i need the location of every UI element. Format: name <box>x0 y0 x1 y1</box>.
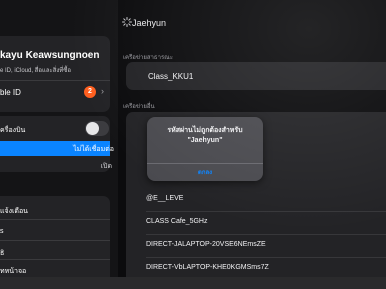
sidebar-item-screen-time[interactable]: ทหน้าจอ <box>0 266 26 277</box>
airplane-mode-label: ครื่องบิน <box>0 127 26 134</box>
toggle-knob <box>86 122 99 135</box>
sounds-divider <box>0 240 110 241</box>
settings-screen: kayu Keawsungnoen e ID, iCloud, สื่อและส… <box>0 0 386 289</box>
wifi-status: ไม่ได้เชื่อมต่อ <box>73 146 114 153</box>
network-row[interactable]: DIRECT-JALAPTOP-20VSE6NEmsZE <box>146 241 266 248</box>
public-networks-label: เครือข่ายสาธารณะ <box>123 55 173 61</box>
incorrect-password-alert: รหัสผ่านไม่ถูกต้องสำหรับ "Jaehyun" ตกลง <box>147 117 263 181</box>
sidebar-item-focus[interactable]: ธิ <box>0 248 4 259</box>
other-networks-label: เครือข่ายอื่น <box>123 104 155 110</box>
notification-badge: 2 <box>84 86 96 98</box>
profile-divider <box>0 80 110 81</box>
device-bezel <box>0 277 386 289</box>
row-divider <box>146 234 386 235</box>
alert-divider <box>147 163 263 164</box>
alert-message-line1: รหัสผ่านไม่ถูกต้องสำหรับ <box>167 127 243 134</box>
network-row[interactable]: @E__LEVE <box>146 195 183 202</box>
row-divider <box>146 211 386 212</box>
network-row[interactable]: CLASS Cafe_5GHz <box>146 218 207 225</box>
airplane-mode-toggle[interactable] <box>85 121 109 136</box>
chevron-right-icon: › <box>101 86 104 96</box>
profile-name: kayu Keawsungnoen <box>0 50 100 61</box>
bluetooth-status[interactable]: เปิด <box>101 161 112 172</box>
sidebar-item-sounds[interactable]: s <box>0 228 4 235</box>
loading-spinner-icon <box>122 17 132 27</box>
joining-network-title: Jaehyun <box>132 18 167 28</box>
network-row-current[interactable]: Class_KKU1 <box>148 72 193 81</box>
alert-message: รหัสผ่านไม่ถูกต้องสำหรับ "Jaehyun" <box>147 126 263 146</box>
notif-divider <box>0 219 110 220</box>
network-row[interactable]: DIRECT-VbLAPTOP-KHE0KGMSms7Z <box>146 264 269 271</box>
public-networks-list: Class_KKU1 <box>126 62 386 90</box>
profile-subtitle: e ID, iCloud, สื่อและสิ่งที่ซื้อ <box>0 68 71 74</box>
alert-ok-button[interactable]: ตกลง <box>147 167 263 177</box>
apple-id-label[interactable]: ble ID <box>0 88 21 97</box>
row-divider <box>146 257 386 258</box>
sidebar-item-notifications[interactable]: แจ้งเตือน <box>0 206 28 217</box>
sidebar: kayu Keawsungnoen e ID, iCloud, สื่อและส… <box>0 0 118 289</box>
focus-divider <box>0 259 110 260</box>
alert-message-line2: "Jaehyun" <box>187 137 223 144</box>
